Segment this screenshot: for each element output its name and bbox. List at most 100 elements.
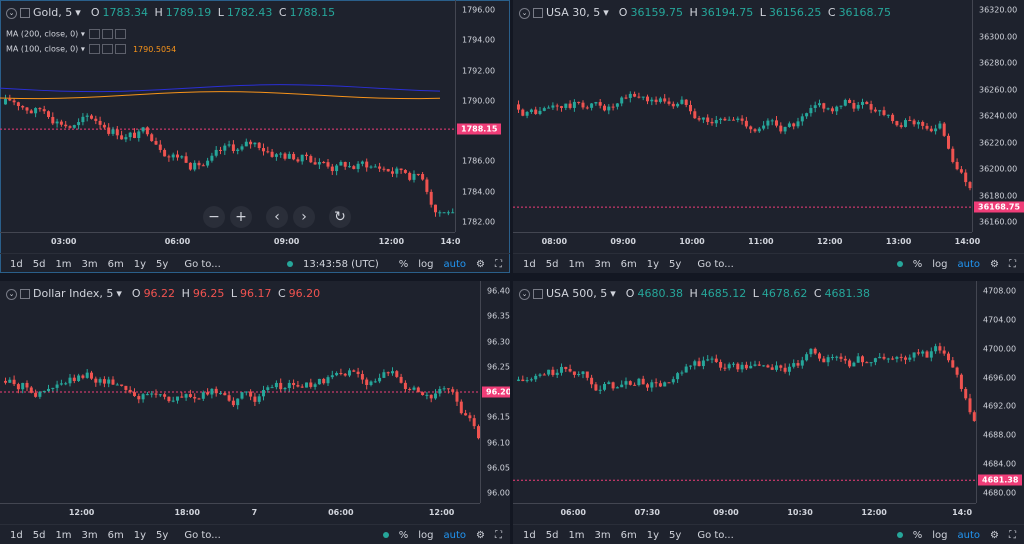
range-1y[interactable]: 1y [647, 530, 659, 541]
log-toggle[interactable]: log [418, 530, 433, 541]
eye-icon[interactable] [89, 29, 101, 39]
fullscreen-icon[interactable]: ⛶ [1009, 530, 1016, 541]
range-1y[interactable]: 1y [134, 259, 146, 270]
range-1d[interactable]: 1d [523, 530, 536, 541]
percent-toggle[interactable]: % [399, 530, 409, 541]
range-5d[interactable]: 5d [546, 530, 559, 541]
collapse-icon[interactable]: ⌄ [519, 7, 530, 19]
settings-icon[interactable] [102, 44, 114, 54]
dropdown-icon[interactable]: ▾ [603, 6, 609, 19]
zoom-out-button[interactable]: − [203, 206, 225, 228]
remove-icon[interactable] [115, 29, 127, 39]
range-5y[interactable]: 5y [156, 530, 168, 541]
percent-toggle[interactable]: % [399, 259, 409, 270]
range-1m[interactable]: 1m [55, 530, 71, 541]
range-1m[interactable]: 1m [55, 259, 71, 270]
log-toggle[interactable]: log [932, 530, 947, 541]
auto-toggle[interactable]: auto [444, 259, 467, 270]
range-3m[interactable]: 3m [82, 530, 98, 541]
fullscreen-icon[interactable]: ⛶ [495, 530, 502, 541]
gold-time-axis[interactable]: 03:00 06:00 09:00 12:00 14:0 [0, 232, 460, 253]
dxy-price-axis[interactable]: 96.40 96.35 96.30 96.25 96.20 96.15 96.10 96.05… [480, 281, 510, 503]
range-1m[interactable]: 1m [568, 530, 584, 541]
settings-gear-icon[interactable]: ⚙ [476, 259, 485, 270]
range-1d[interactable]: 1d [10, 530, 23, 541]
range-6m[interactable]: 6m [621, 259, 637, 270]
collapse-icon[interactable]: ⌄ [6, 288, 17, 300]
indicator-ma200[interactable]: MA (200, close, 0) ▾ [6, 29, 127, 39]
dxy-candles[interactable] [0, 281, 480, 503]
settings-square-icon[interactable] [533, 289, 543, 299]
usa30-price-axis[interactable]: 36320.00 36300.00 36280.00 36260.00 36240.00… [972, 0, 1024, 232]
candle-body [34, 392, 38, 397]
auto-toggle[interactable]: auto [444, 530, 467, 541]
reset-chart-button[interactable]: ↻ [329, 206, 351, 228]
percent-toggle[interactable]: % [913, 530, 923, 541]
log-toggle[interactable]: log [418, 259, 433, 270]
range-1d[interactable]: 1d [523, 259, 536, 270]
range-1m[interactable]: 1m [568, 259, 584, 270]
range-3m[interactable]: 3m [595, 259, 611, 270]
chart-pane-usa30[interactable]: 36320.00 36300.00 36280.00 36260.00 36240.00… [513, 0, 1024, 273]
auto-toggle[interactable]: auto [958, 259, 981, 270]
settings-icon[interactable] [102, 29, 114, 39]
symbol-title[interactable]: USA 500, 5 [546, 287, 607, 300]
symbol-title[interactable]: Dollar Index, 5 [33, 287, 113, 300]
chart-pane-dollar-index[interactable]: 96.40 96.35 96.30 96.25 96.20 96.15 96.10 96.05… [0, 281, 510, 544]
dxy-time-axis[interactable]: 12:00 18:00 7 06:00 12:00 [0, 503, 480, 524]
time-tick: 14:0 [440, 237, 461, 246]
dropdown-icon[interactable]: ▾ [116, 287, 122, 300]
usa30-candles[interactable] [513, 0, 972, 232]
usa500-time-axis[interactable]: 06:00 07:30 09:00 10:30 12:00 14:0 [513, 503, 976, 524]
indicator-ma100[interactable]: MA (100, close, 0) ▾ 1790.5054 [6, 44, 176, 54]
usa30-time-axis[interactable]: 08:00 09:00 10:00 11:00 12:00 13:00 14:00 [513, 232, 980, 253]
settings-square-icon[interactable] [20, 289, 30, 299]
fullscreen-icon[interactable]: ⛶ [1009, 259, 1016, 270]
settings-gear-icon[interactable]: ⚙ [990, 259, 999, 270]
settings-square-icon[interactable] [20, 8, 30, 18]
goto-button[interactable]: Go to... [697, 259, 733, 270]
settings-gear-icon[interactable]: ⚙ [990, 530, 999, 541]
goto-button[interactable]: Go to... [184, 530, 220, 541]
chart-pane-usa500[interactable]: 4708.00 4704.00 4700.00 4696.00 4692.00 4688.… [513, 281, 1024, 544]
range-3m[interactable]: 3m [595, 530, 611, 541]
range-6m[interactable]: 6m [108, 530, 124, 541]
range-5d[interactable]: 5d [546, 259, 559, 270]
eye-icon[interactable] [89, 44, 101, 54]
range-1y[interactable]: 1y [647, 259, 659, 270]
dropdown-icon[interactable]: ▾ [75, 6, 81, 19]
log-toggle[interactable]: log [932, 259, 947, 270]
dropdown-icon[interactable]: ▾ [610, 287, 616, 300]
range-5y[interactable]: 5y [669, 530, 681, 541]
range-5y[interactable]: 5y [156, 259, 168, 270]
range-1d[interactable]: 1d [10, 259, 23, 270]
range-5y[interactable]: 5y [669, 259, 681, 270]
auto-toggle[interactable]: auto [958, 530, 981, 541]
chart-pane-gold[interactable]: 1796.001794.001792.001790.001788.001786.… [0, 0, 510, 273]
symbol-title[interactable]: Gold, 5 [33, 6, 72, 19]
percent-toggle[interactable]: % [913, 259, 923, 270]
gold-price-axis[interactable]: 1796.001794.001792.001790.001788.001786.… [455, 0, 510, 232]
range-5d[interactable]: 5d [33, 259, 46, 270]
range-3m[interactable]: 3m [82, 259, 98, 270]
symbol-title[interactable]: USA 30, 5 [546, 6, 600, 19]
settings-square-icon[interactable] [533, 8, 543, 18]
range-1y[interactable]: 1y [134, 530, 146, 541]
collapse-icon[interactable]: ⌄ [519, 288, 530, 300]
goto-button[interactable]: Go to... [697, 530, 733, 541]
range-6m[interactable]: 6m [108, 259, 124, 270]
scroll-right-button[interactable]: › [293, 206, 315, 228]
range-6m[interactable]: 6m [621, 530, 637, 541]
settings-gear-icon[interactable]: ⚙ [476, 530, 485, 541]
goto-button[interactable]: Go to... [184, 259, 220, 270]
fullscreen-icon[interactable]: ⛶ [495, 259, 502, 270]
usa500-price-axis[interactable]: 4708.00 4704.00 4700.00 4696.00 4692.00 4688.… [976, 281, 1024, 503]
scroll-left-button[interactable]: ‹ [266, 206, 288, 228]
remove-icon[interactable] [115, 44, 127, 54]
zoom-in-button[interactable]: + [230, 206, 252, 228]
collapse-icon[interactable]: ⌄ [6, 7, 17, 19]
range-5d[interactable]: 5d [33, 530, 46, 541]
usa500-candles[interactable] [513, 281, 976, 503]
candle-body [322, 161, 326, 163]
candle-body [85, 115, 89, 117]
